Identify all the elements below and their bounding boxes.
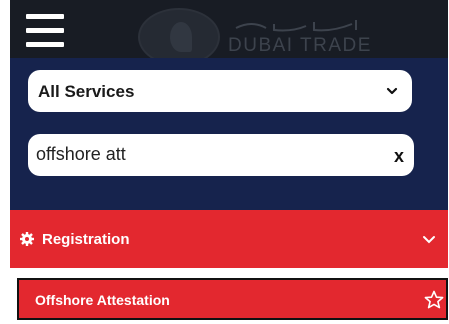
divider <box>10 268 448 278</box>
search-input[interactable] <box>36 140 366 168</box>
service-select[interactable]: All Services <box>28 70 412 112</box>
gear-icon <box>20 232 34 246</box>
logo-arabic-wordmark <box>235 20 357 32</box>
logo-icon[interactable] <box>138 8 220 58</box>
menu-icon-line <box>26 14 64 19</box>
chevron-down-icon <box>386 87 398 95</box>
logo-wordmark: DUBAI TRADE <box>228 35 372 56</box>
top-bar: DUBAI TRADE <box>10 0 448 58</box>
result-item[interactable]: Offshore Attestation <box>17 278 448 320</box>
result-item-label: Offshore Attestation <box>35 292 170 308</box>
menu-icon-line <box>26 42 64 47</box>
clear-search-button[interactable]: x <box>394 146 404 166</box>
menu-icon-line <box>26 28 64 33</box>
category-registration[interactable]: Registration <box>10 210 448 268</box>
search-field[interactable]: x <box>28 134 414 176</box>
search-panel: All Services x <box>10 58 448 210</box>
category-label: Registration <box>42 231 130 248</box>
chevron-down-icon[interactable] <box>422 235 436 245</box>
star-icon[interactable] <box>424 290 444 310</box>
service-select-value: All Services <box>38 82 135 101</box>
menu-icon[interactable] <box>26 14 64 48</box>
